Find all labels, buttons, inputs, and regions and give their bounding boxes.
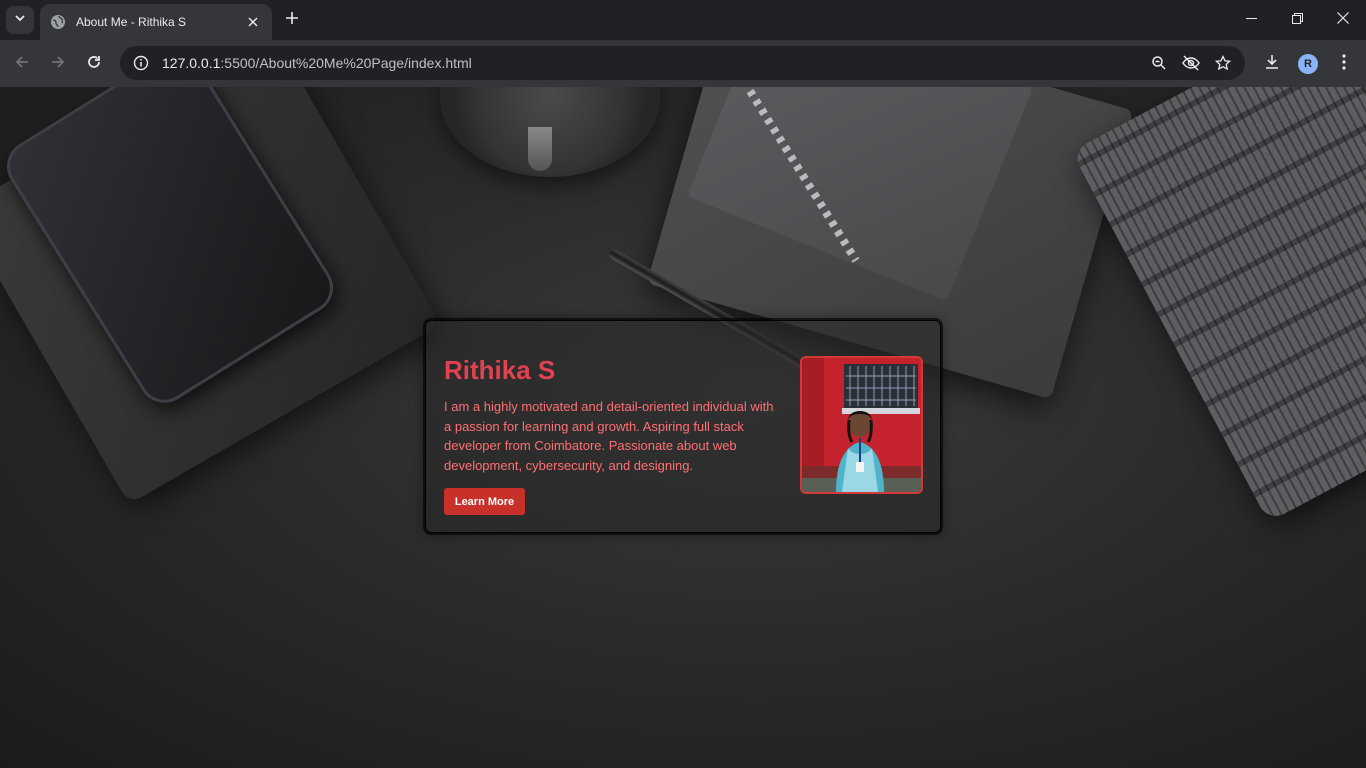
arrow-right-icon <box>50 54 66 75</box>
close-icon <box>1337 11 1349 29</box>
downloads-button[interactable] <box>1258 50 1286 78</box>
tab-search-button[interactable] <box>6 6 34 34</box>
page-background: Rithika S I am a highly motivated and de… <box>0 87 1366 768</box>
cup-handle-decoration <box>528 127 552 171</box>
back-button[interactable] <box>8 50 36 78</box>
more-vertical-icon <box>1342 53 1346 75</box>
url-host: 127.0.0.1 <box>162 55 221 71</box>
close-window-button[interactable] <box>1320 0 1366 40</box>
chevron-down-icon <box>14 11 26 29</box>
learn-more-button[interactable]: Learn More <box>444 488 525 515</box>
minimize-icon <box>1245 11 1257 29</box>
restore-icon <box>1291 11 1303 29</box>
url-path: :5500/About%20Me%20Page/index.html <box>220 55 472 71</box>
restore-button[interactable] <box>1274 0 1320 40</box>
keyboard-decoration <box>1071 87 1366 523</box>
arrow-left-icon <box>14 54 30 75</box>
star-icon[interactable] <box>1211 51 1235 75</box>
zoom-icon[interactable] <box>1147 51 1171 75</box>
reload-button[interactable] <box>80 50 108 78</box>
close-tab-icon[interactable] <box>244 13 262 31</box>
plus-icon <box>285 11 299 30</box>
reload-icon <box>86 54 102 75</box>
profile-button[interactable]: R <box>1294 50 1322 78</box>
globe-icon <box>50 14 66 30</box>
eye-off-icon[interactable] <box>1179 51 1203 75</box>
profile-photo <box>800 356 923 494</box>
browser-toolbar: 127.0.0.1:5500/About%20Me%20Page/index.h… <box>0 40 1366 87</box>
forward-button[interactable] <box>44 50 72 78</box>
about-card: Rithika S I am a highly motivated and de… <box>425 320 941 533</box>
download-icon <box>1264 54 1280 75</box>
tab-strip: About Me - Rithika S <box>0 0 1366 40</box>
address-bar-actions <box>1147 51 1235 75</box>
url-text: 127.0.0.1:5500/About%20Me%20Page/index.h… <box>162 55 472 71</box>
profile-name: Rithika S <box>444 355 556 385</box>
menu-button[interactable] <box>1330 50 1358 78</box>
site-info-icon[interactable] <box>132 54 150 72</box>
new-tab-button[interactable] <box>280 8 304 32</box>
avatar: R <box>1298 54 1318 74</box>
address-bar[interactable]: 127.0.0.1:5500/About%20Me%20Page/index.h… <box>120 46 1245 80</box>
browser-tab[interactable]: About Me - Rithika S <box>40 4 272 40</box>
minimize-button[interactable] <box>1228 0 1274 40</box>
tab-title: About Me - Rithika S <box>76 15 187 29</box>
profile-bio: I am a highly motivated and detail-orien… <box>444 399 774 473</box>
